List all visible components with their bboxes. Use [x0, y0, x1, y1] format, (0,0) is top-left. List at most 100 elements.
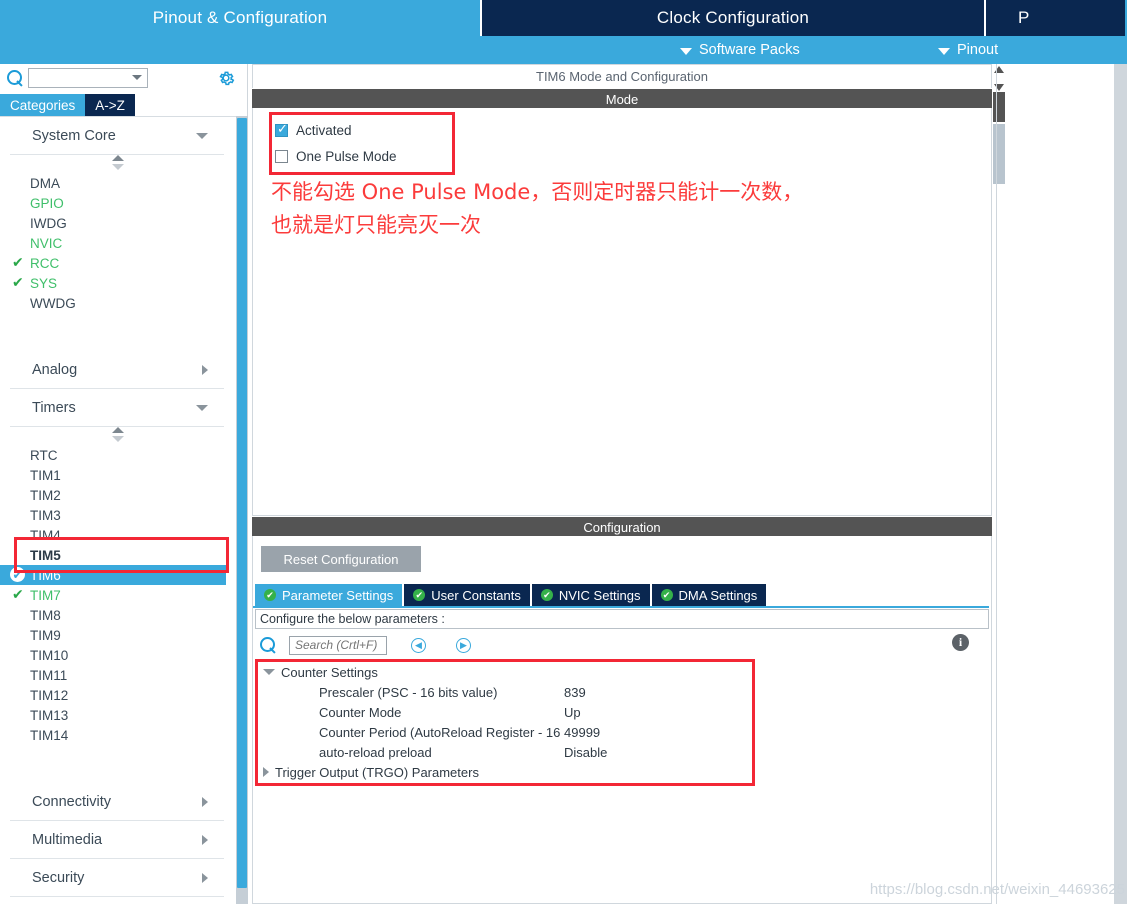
- peripheral-item-tim7[interactable]: ✔ TIM7: [0, 585, 236, 605]
- chevron-right-icon: [202, 872, 208, 883]
- tab-user-constants[interactable]: ✔ User Constants: [404, 584, 530, 606]
- tab-clock-configuration-label: Clock Configuration: [656, 8, 810, 27]
- param-value[interactable]: Up: [564, 705, 581, 720]
- checkbox-row-activated[interactable]: Activated: [253, 117, 991, 143]
- peripheral-search-input[interactable]: [30, 69, 128, 87]
- peripheral-item-tim8[interactable]: TIM8: [0, 605, 236, 625]
- category-analog[interactable]: Analog: [10, 351, 224, 389]
- checkbox-activated[interactable]: [275, 122, 288, 137]
- search-icon: [259, 636, 277, 654]
- peripheral-item-sys[interactable]: ✔ SYS: [0, 273, 236, 293]
- tab-categories[interactable]: Categories: [0, 94, 86, 116]
- sidebar-scrollbar[interactable]: [236, 116, 248, 904]
- gear-icon[interactable]: [216, 68, 236, 88]
- param-row-counter-mode[interactable]: Counter Mode Up: [257, 702, 757, 722]
- peripheral-item-gpio[interactable]: GPIO: [0, 193, 236, 213]
- peripheral-search-combo[interactable]: [28, 68, 148, 88]
- category-security[interactable]: Security: [10, 859, 224, 897]
- sidebar-scrollbar-thumb[interactable]: [237, 118, 247, 888]
- peripheral-item-tim14[interactable]: TIM14: [0, 725, 236, 745]
- tab-nvic-settings[interactable]: ✔ NVIC Settings: [531, 584, 650, 606]
- checkbox-activated-label: Activated: [296, 122, 352, 138]
- right-panel-scrollbar[interactable]: [1114, 64, 1127, 904]
- peripheral-item-tim12[interactable]: TIM12: [0, 685, 236, 705]
- peripheral-item-rtc[interactable]: RTC: [0, 445, 236, 465]
- configuration-band-label: Configuration: [583, 519, 661, 535]
- peripheral-item-label: WWDG: [30, 295, 76, 311]
- chevron-right-icon[interactable]: [263, 767, 269, 777]
- param-row-counter-period[interactable]: Counter Period (AutoReload Register - 16…: [257, 722, 757, 742]
- peripheral-item-tim4[interactable]: TIM4: [0, 525, 236, 545]
- peripheral-item-tim1[interactable]: TIM1: [0, 465, 236, 485]
- spinner-down-icon[interactable]: [112, 164, 124, 170]
- checkbox-row-one-pulse-mode[interactable]: One Pulse Mode: [253, 143, 991, 169]
- stm32cubemx-window: Pinout & Configuration Clock Configurati…: [0, 0, 1127, 904]
- check-icon: ✔: [12, 274, 24, 290]
- spinner-up-icon[interactable]: [112, 155, 124, 161]
- param-row-auto-reload-preload[interactable]: auto-reload preload Disable: [257, 742, 757, 762]
- parameter-search-input[interactable]: [293, 637, 385, 653]
- system-core-scroll-spinner[interactable]: [0, 155, 236, 173]
- category-multimedia[interactable]: Multimedia: [10, 821, 224, 859]
- param-row-prescaler[interactable]: Prescaler (PSC - 16 bits value) 839: [257, 682, 757, 702]
- peripheral-item-tim6[interactable]: ✔ TIM6: [0, 565, 226, 585]
- info-icon[interactable]: i: [952, 634, 969, 651]
- tab-dma-settings[interactable]: ✔ DMA Settings: [651, 584, 767, 606]
- param-value[interactable]: 49999: [564, 725, 600, 740]
- check-circle-icon: ✔: [660, 589, 673, 601]
- peripheral-item-tim2[interactable]: TIM2: [0, 485, 236, 505]
- peripheral-item-dma[interactable]: DMA: [0, 173, 236, 193]
- menu-pinout[interactable]: Pinout: [938, 36, 998, 64]
- tab-project-manager[interactable]: P: [984, 0, 1125, 36]
- menu-pinout-label: Pinout: [957, 42, 999, 58]
- peripheral-item-tim3[interactable]: TIM3: [0, 505, 236, 525]
- category-connectivity[interactable]: Connectivity: [10, 783, 224, 821]
- reset-configuration-button[interactable]: Reset Configuration: [261, 546, 421, 572]
- chevron-down-icon[interactable]: [263, 669, 275, 675]
- parameter-search-box[interactable]: [289, 635, 387, 655]
- chevron-down-icon: [938, 47, 950, 55]
- timers-scroll-spinner[interactable]: [0, 427, 236, 445]
- peripheral-item-tim11[interactable]: TIM11: [0, 665, 236, 685]
- menu-software-packs[interactable]: Software Packs: [680, 36, 800, 64]
- param-group-label: Trigger Output (TRGO) Parameters: [275, 764, 479, 780]
- mode-panel-scrollbar[interactable]: [993, 64, 1005, 184]
- chevron-down-icon[interactable]: [132, 75, 142, 80]
- peripheral-item-label: TIM10: [30, 647, 69, 663]
- chevron-down-icon: [680, 47, 692, 55]
- param-group-counter-settings[interactable]: Counter Settings: [257, 662, 757, 682]
- category-computing[interactable]: Computing: [10, 897, 224, 904]
- chevron-right-circle-icon[interactable]: ▶: [456, 637, 471, 653]
- peripheral-item-label: TIM6: [30, 567, 61, 583]
- spinner-up-icon[interactable]: [112, 427, 124, 433]
- checkbox-one-pulse-mode[interactable]: [275, 149, 288, 163]
- peripheral-item-label: RTC: [30, 447, 58, 463]
- category-system-core[interactable]: System Core: [10, 117, 224, 155]
- peripheral-item-wwdg[interactable]: WWDG: [0, 293, 236, 313]
- watermark: https://blog.csdn.net/weixin_44693625: [869, 881, 1125, 898]
- peripheral-item-tim5[interactable]: TIM5: [0, 545, 236, 565]
- peripheral-item-tim10[interactable]: TIM10: [0, 645, 236, 665]
- peripheral-item-tim13[interactable]: TIM13: [0, 705, 236, 725]
- peripheral-item-iwdg[interactable]: IWDG: [0, 213, 236, 233]
- tab-parameter-settings[interactable]: ✔ Parameter Settings: [255, 584, 403, 606]
- peripheral-item-rcc[interactable]: ✔ RCC: [0, 253, 236, 273]
- check-circle-icon: ✔: [540, 589, 553, 601]
- spinner-down-icon[interactable]: [112, 436, 124, 442]
- sidebar-search-row: [0, 64, 248, 92]
- peripheral-item-label: TIM11: [30, 667, 68, 683]
- category-timers[interactable]: Timers: [10, 389, 224, 427]
- tab-a-to-z[interactable]: A->Z: [85, 94, 135, 116]
- panel-title: TIM6 Mode and Configuration: [252, 64, 992, 88]
- chevron-left-circle-icon[interactable]: ◀: [411, 637, 426, 653]
- tab-pinout-and-configuration[interactable]: Pinout & Configuration: [0, 0, 480, 36]
- tab-clock-configuration[interactable]: Clock Configuration: [480, 0, 984, 36]
- param-group-trigger-output[interactable]: Trigger Output (TRGO) Parameters: [257, 762, 757, 782]
- param-value[interactable]: 839: [564, 685, 586, 700]
- peripheral-item-tim9[interactable]: TIM9: [0, 625, 236, 645]
- peripheral-item-label: TIM3: [30, 507, 61, 523]
- peripheral-item-nvic[interactable]: NVIC: [0, 233, 236, 253]
- param-value[interactable]: Disable: [564, 745, 607, 760]
- peripheral-item-label: RCC: [30, 255, 60, 271]
- scrollbar-track-dark: [993, 92, 1005, 122]
